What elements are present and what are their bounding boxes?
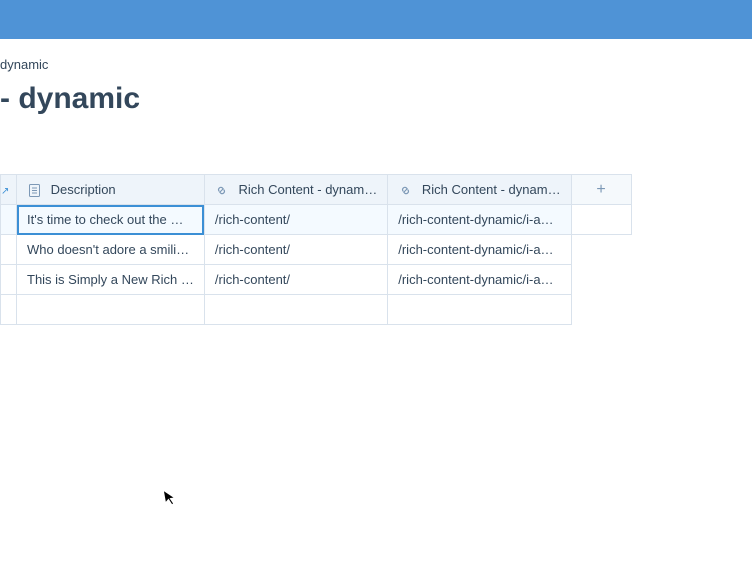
column-label: Rich Content - dynam…: [239, 182, 378, 197]
breadcrumb[interactable]: dynamic: [0, 39, 752, 72]
cell-empty: [571, 295, 631, 325]
cell-description[interactable]: This is Simply a New Rich …: [17, 265, 205, 295]
table-row[interactable]: It's time to check out the … /rich-conte…: [1, 205, 632, 235]
row-stub[interactable]: [1, 295, 17, 325]
row-stub[interactable]: [1, 265, 17, 295]
add-column-button[interactable]: +: [571, 175, 631, 205]
add-row[interactable]: [1, 295, 632, 325]
cell-empty[interactable]: [204, 295, 387, 325]
column-header-rich-content-1[interactable]: Rich Content - dynam…: [204, 175, 387, 205]
column-label: Description: [51, 182, 116, 197]
cell-description[interactable]: It's time to check out the …: [17, 205, 205, 235]
table-row[interactable]: This is Simply a New Rich … /rich-conten…: [1, 265, 632, 295]
expand-icon: ↗: [1, 186, 9, 197]
page-title: - dynamic: [0, 72, 752, 136]
column-header-description[interactable]: Description: [17, 175, 205, 205]
cell-description[interactable]: Who doesn't adore a smili…: [17, 235, 205, 265]
link-icon: [215, 183, 229, 197]
table-row[interactable]: Who doesn't adore a smili… /rich-content…: [1, 235, 632, 265]
mouse-cursor-icon: [162, 487, 180, 512]
link-icon: [398, 183, 412, 197]
data-grid: ↗ Description Rich Content - dynam… Rich…: [0, 174, 632, 325]
plus-icon: +: [596, 181, 605, 198]
cell-rich-content-2[interactable]: /rich-content-dynamic/i-a…: [388, 205, 571, 235]
cell-rich-content-1[interactable]: /rich-content/: [204, 265, 387, 295]
row-stub[interactable]: [1, 235, 17, 265]
cell-rich-content-1[interactable]: /rich-content/: [204, 235, 387, 265]
column-label: Rich Content - dynam…: [422, 182, 561, 197]
column-header-rich-content-2[interactable]: Rich Content - dynam…: [388, 175, 571, 205]
cell-empty: [571, 205, 631, 235]
cell-empty[interactable]: [17, 295, 205, 325]
document-icon: [27, 183, 41, 197]
top-nav-bar: [0, 0, 752, 39]
cell-rich-content-2[interactable]: /rich-content-dynamic/i-a…: [388, 265, 571, 295]
cell-empty: [571, 265, 631, 295]
cell-empty[interactable]: [388, 295, 571, 325]
cell-rich-content-1[interactable]: /rich-content/: [204, 205, 387, 235]
row-expand-header: ↗: [1, 175, 17, 205]
row-stub[interactable]: [1, 205, 17, 235]
cell-rich-content-2[interactable]: /rich-content-dynamic/i-a…: [388, 235, 571, 265]
cell-empty: [571, 235, 631, 265]
